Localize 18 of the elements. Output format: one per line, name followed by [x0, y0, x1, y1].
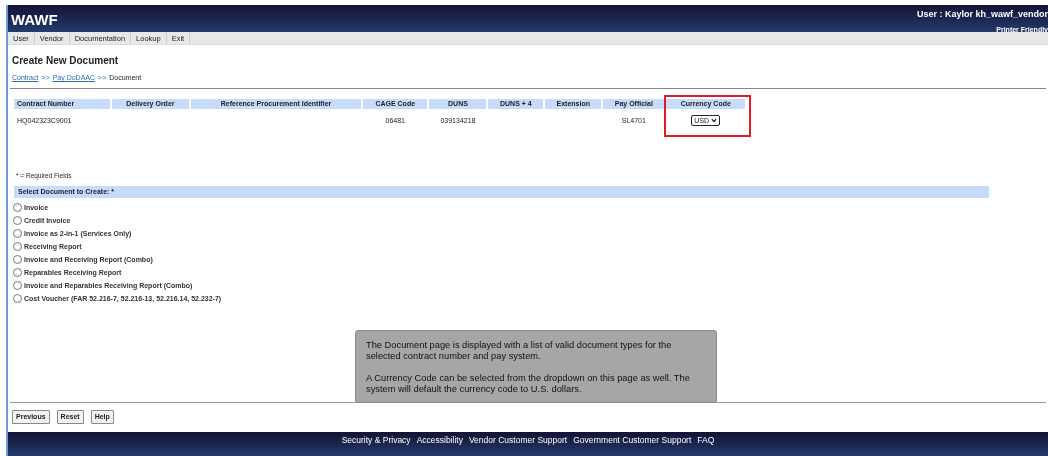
radio-button[interactable] [13, 281, 22, 291]
footer-link[interactable]: Security & Privacy [341, 434, 411, 456]
footer-link[interactable]: Accessibility [416, 434, 463, 456]
radio-button[interactable] [13, 203, 22, 213]
chevron-down-icon [711, 118, 718, 123]
radio-button[interactable] [13, 242, 22, 252]
app-title: WAWF [11, 10, 58, 31]
radio-button[interactable] [13, 216, 22, 226]
radio-button[interactable] [13, 255, 22, 265]
radio-button[interactable] [13, 294, 22, 304]
radio-button[interactable] [13, 268, 22, 278]
footer-link[interactable]: Government Customer Support [573, 434, 692, 456]
radio-button[interactable] [13, 229, 22, 239]
page-title: Create New Document [12, 54, 120, 68]
callout-tooltip: The Document page is displayed with a list of valid document types for the selected contract number and pay system. A Currency Code can be selected from the dropdown on this page as well. The system will default the currency code to U.S. dollars. [355, 330, 717, 403]
footer-link[interactable]: FAQ [697, 434, 715, 456]
footer-link[interactable]: Vendor Customer Support [468, 434, 568, 456]
user-name: User : Kaylor kh_wawf_vendor [916, 8, 1048, 21]
